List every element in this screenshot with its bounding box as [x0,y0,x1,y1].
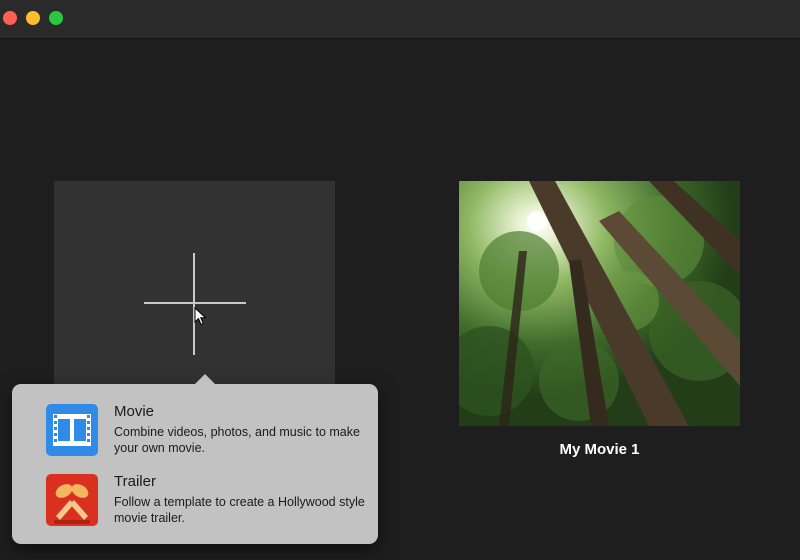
popover-item-title: Trailer [114,473,156,490]
close-button[interactable] [3,11,17,25]
zoom-button[interactable] [49,11,63,25]
mouse-cursor-icon [194,307,207,326]
new-project-popover: Movie Combine videos, photos, and music … [12,374,378,544]
popover-item-movie[interactable]: Movie Combine videos, photos, and music … [46,403,366,460]
popover-arrow [194,374,216,385]
project-thumbnail-my-movie-1[interactable] [459,181,740,426]
project-title: My Movie 1 [559,441,640,458]
popover-item-title: Movie [114,403,155,420]
imovie-window: Movie Combine videos, photos, and music … [0,0,800,560]
popover-item-description: Combine videos, photos, and music to mak… [114,425,360,455]
title-bar[interactable] [0,0,800,39]
popover-item-description: Follow a template to create a Hollywood … [114,495,365,525]
new-project-tile[interactable] [54,181,335,391]
plus-icon [144,302,246,304]
plus-icon-vertical [193,253,195,355]
film-strip-icon [46,404,98,456]
minimize-button[interactable] [26,11,40,25]
forest-canopy-thumbnail [459,181,740,426]
popover-item-trailer[interactable]: Trailer Follow a template to create a Ho… [46,473,366,530]
trailer-spotlight-icon [46,474,98,526]
